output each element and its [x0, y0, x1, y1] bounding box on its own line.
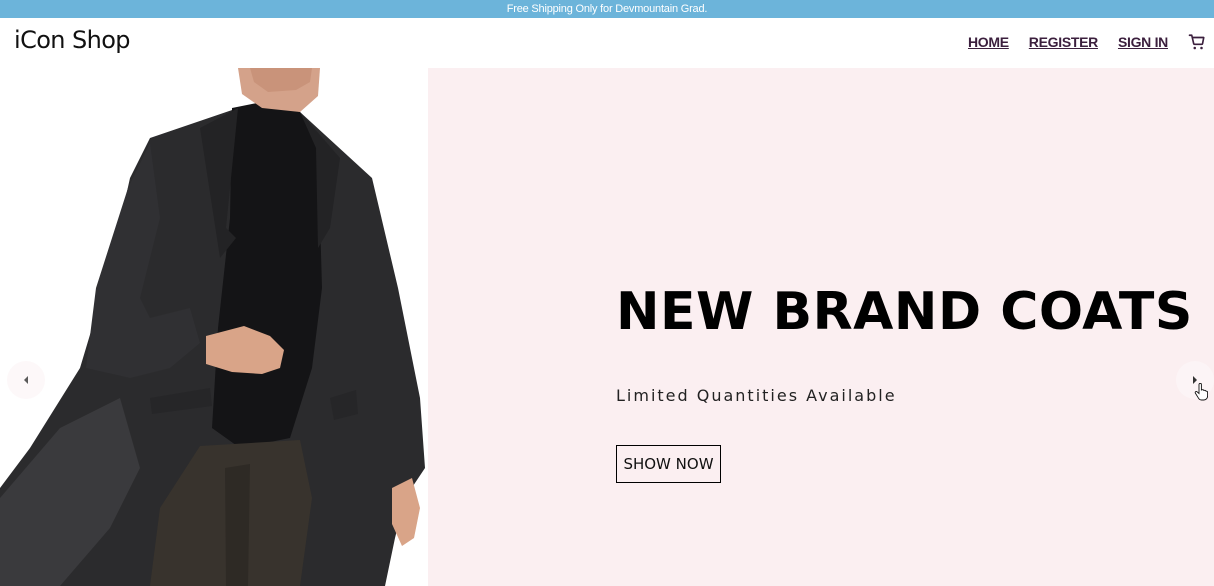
caret-left-icon [22, 375, 30, 385]
hero-title: NEW BRAND COATS [616, 282, 1193, 342]
shopping-cart-icon[interactable] [1188, 33, 1206, 51]
announcement-bar: Free Shipping Only for Devmountain Grad. [0, 0, 1214, 18]
nav-links: HOME REGISTER SIGN IN [968, 31, 1206, 53]
hero-model-photo [0, 68, 428, 586]
pointer-cursor-icon [1194, 383, 1208, 401]
nav-register-link[interactable]: REGISTER [1029, 34, 1098, 50]
show-now-button[interactable]: SHOW NOW [616, 445, 721, 483]
announcement-text: Free Shipping Only for Devmountain Grad. [506, 3, 708, 15]
hero-text-panel: NEW BRAND COATS Limited Quantities Avail… [428, 68, 1214, 586]
nav-home-link[interactable]: HOME [968, 34, 1009, 50]
navbar: iCon Shop HOME REGISTER SIGN IN [0, 18, 1214, 68]
hero-slider: NEW BRAND COATS Limited Quantities Avail… [0, 68, 1214, 586]
slider-prev-button[interactable] [7, 361, 45, 399]
hero-subtitle: Limited Quantities Available [616, 386, 897, 405]
site-logo[interactable]: iCon Shop [14, 26, 131, 54]
nav-sign-in-link[interactable]: SIGN IN [1118, 34, 1168, 50]
